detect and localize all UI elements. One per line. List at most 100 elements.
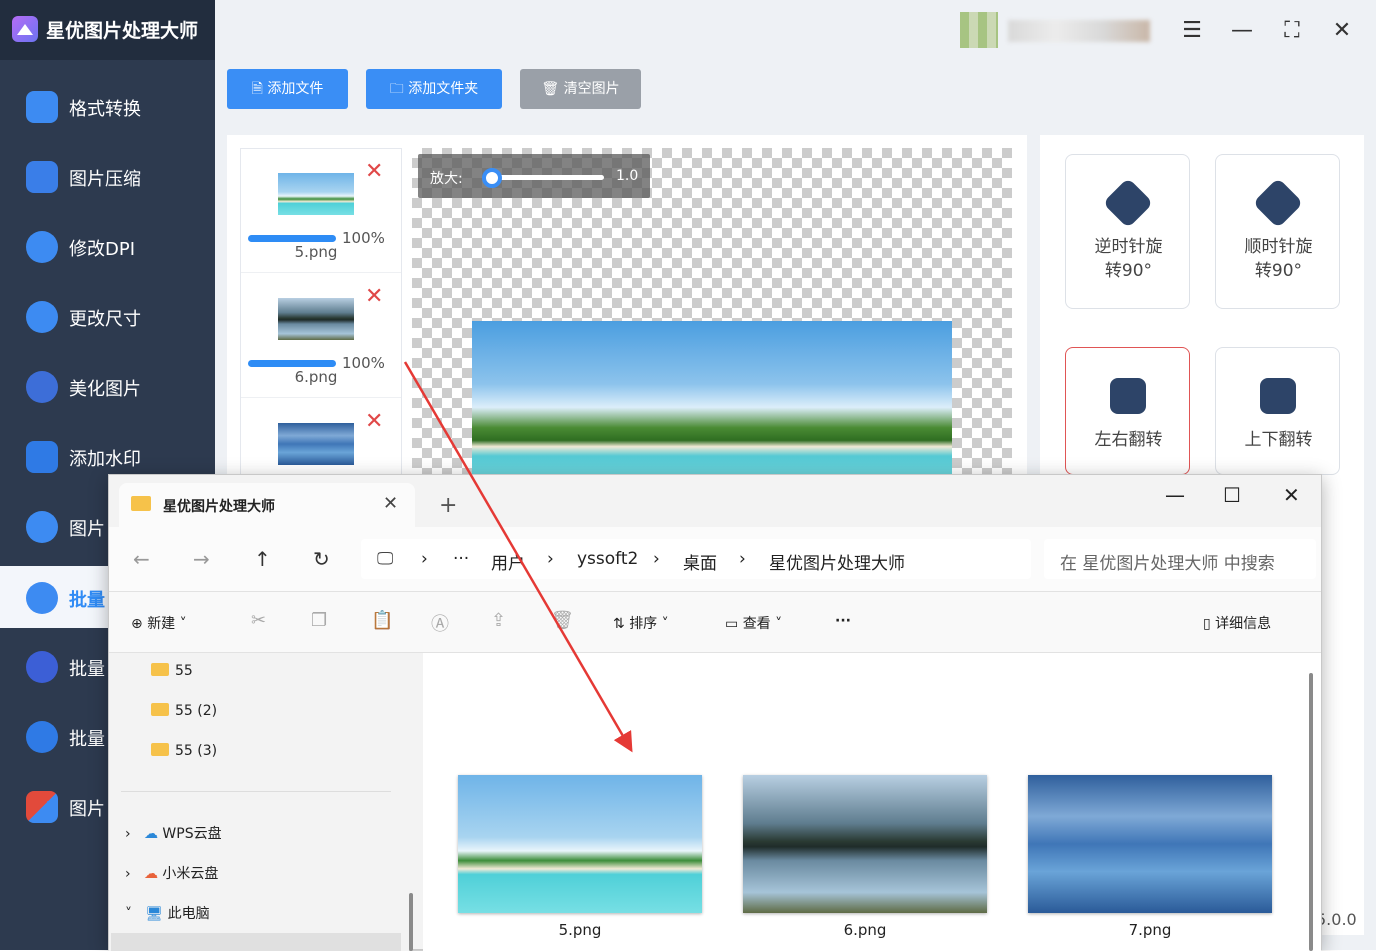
forward-icon[interactable]: → — [193, 547, 210, 571]
beautify-icon — [26, 371, 58, 403]
file-thumbnail[interactable] — [458, 775, 702, 913]
list-item[interactable]: ✕ 100% 6.png — [241, 274, 401, 398]
remove-icon[interactable]: ✕ — [365, 411, 383, 433]
batch-icon — [26, 582, 58, 614]
tree-item[interactable]: 55 (3) — [151, 743, 217, 759]
search-input[interactable]: 在 星优图片处理大师 中搜索 — [1044, 539, 1316, 579]
chevron-right-icon[interactable]: › — [125, 826, 144, 842]
file-name[interactable]: 7.png — [1028, 921, 1272, 939]
thumbnail — [278, 173, 354, 215]
sidebar-item-dpi[interactable]: 修改DPI — [0, 215, 215, 277]
copy-icon[interactable]: ❐ — [311, 610, 327, 631]
zoom-slider-track[interactable] — [484, 175, 604, 180]
rotate-cw-icon — [1252, 177, 1304, 229]
sidebar-item-label: 图片 — [69, 519, 105, 540]
zoom-value: 1.0 — [616, 168, 639, 184]
breadcrumb-item[interactable]: 用户 — [491, 549, 525, 574]
sidebar-item-label: 图片 — [69, 799, 105, 820]
sidebar-item-label: 批量 — [69, 590, 105, 611]
sidebar-item-label: 批量 — [69, 729, 105, 750]
chevron-down-icon[interactable]: ˅ — [125, 906, 145, 922]
cut-icon[interactable]: ✂ — [251, 610, 266, 631]
rotate-ccw-button[interactable]: 逆时针旋 转90° — [1065, 154, 1190, 309]
zoom-slider-handle[interactable] — [482, 168, 502, 188]
back-icon[interactable]: ← — [133, 547, 150, 571]
command-bar: ⊕ 新建 ˅ ✂ ❐ 📋 Ⓐ ⇪ 🗑 ⇅ 排序 ˅ ▭ 查看 ˅ ··· ▯ 详… — [109, 591, 1321, 653]
file-name: 5.png — [294, 243, 338, 261]
up-icon[interactable]: ↑ — [254, 547, 271, 571]
details-label: 详细信息 — [1215, 616, 1272, 632]
add-folder-label: 添加文件夹 — [408, 81, 479, 97]
details-button[interactable]: ▯ 详细信息 — [1203, 613, 1271, 633]
refresh-icon[interactable]: ↻ — [313, 547, 330, 571]
divider — [121, 791, 391, 792]
details-pane-icon: ▯ — [1203, 616, 1216, 632]
chevron-right-icon[interactable]: › — [125, 866, 144, 882]
flip-horizontal-icon — [1110, 378, 1146, 414]
cloud-icon: ☁ — [143, 866, 163, 882]
clear-images-button[interactable]: 🗑 清空图片 — [520, 69, 641, 109]
settings-sliders-icon[interactable]: ☰ — [1177, 16, 1207, 46]
delete-icon[interactable]: 🗑 — [551, 610, 574, 631]
view-button[interactable]: ▭ 查看 ˅ — [725, 613, 782, 633]
flip-horizontal-button[interactable]: 左右翻转 — [1065, 347, 1190, 475]
add-file-button[interactable]: 🗎 添加文件 — [227, 69, 348, 109]
list-item[interactable]: ✕ 100% 5.png — [241, 149, 401, 273]
tool-label: 逆时针旋 — [1094, 237, 1163, 257]
more-options-icon[interactable]: ··· — [835, 613, 851, 629]
file-thumbnail[interactable] — [1028, 775, 1272, 913]
share-icon[interactable]: ⇪ — [491, 610, 506, 631]
rotate-cw-button[interactable]: 顺时针旋 转90° — [1215, 154, 1340, 309]
avatar[interactable] — [960, 12, 998, 48]
tree-item[interactable]: › ☁ WPS云盘 — [125, 823, 222, 843]
tab-title: 星优图片处理大师 — [163, 499, 275, 515]
minimize-icon[interactable]: — — [1165, 483, 1185, 507]
tree-label: 55 (3) — [175, 743, 218, 759]
chevron-right-icon: › — [421, 549, 428, 569]
tree-item[interactable]: ˅ 🖥 此电脑 — [125, 903, 210, 923]
breadcrumb-item[interactable]: 桌面 — [683, 549, 717, 574]
tab-close-icon[interactable]: ✕ — [383, 493, 398, 514]
add-folder-button[interactable]: 🗀 添加文件夹 — [366, 69, 502, 109]
new-button[interactable]: ⊕ 新建 ˅ — [131, 613, 187, 633]
selected-tree-row[interactable] — [111, 933, 401, 951]
sidebar-item-compress[interactable]: 图片压缩 — [0, 145, 215, 207]
file-thumbnail[interactable] — [743, 775, 987, 913]
progress-bar — [248, 360, 336, 367]
sidebar-item-format-convert[interactable]: 格式转换 — [0, 75, 215, 137]
paste-icon[interactable]: 📋 — [371, 610, 393, 631]
user-name-blurred — [1008, 20, 1150, 42]
watermark-icon — [26, 441, 58, 473]
tree-item[interactable]: › ☁ 小米云盘 — [125, 863, 218, 883]
address-bar[interactable]: 🖵 › ··· 用户 › yssoft2 › 桌面 › 星优图片处理大师 — [361, 539, 1031, 579]
rename-icon[interactable]: Ⓐ — [431, 610, 449, 636]
close-icon[interactable]: ✕ — [1327, 16, 1357, 46]
scrollbar[interactable] — [1309, 673, 1313, 951]
file-name[interactable]: 5.png — [458, 921, 702, 939]
file-grid: 5.png 6.png 7.png — [423, 653, 1321, 951]
file-name[interactable]: 6.png — [743, 921, 987, 939]
sort-button[interactable]: ⇅ 排序 ˅ — [613, 613, 669, 633]
tree-label: 55 — [175, 663, 193, 679]
breadcrumb-item[interactable]: yssoft2 — [577, 549, 638, 569]
close-icon[interactable]: ✕ — [1283, 483, 1300, 507]
breadcrumb-item[interactable]: 星优图片处理大师 — [769, 549, 905, 574]
app-title: 星优图片处理大师 — [46, 20, 199, 42]
flip-vertical-button[interactable]: 上下翻转 — [1215, 347, 1340, 475]
more-crumbs-icon[interactable]: ··· — [453, 549, 469, 569]
explorer-tab[interactable]: 星优图片处理大师 ✕ — [119, 483, 415, 527]
minimize-icon[interactable]: — — [1227, 16, 1257, 46]
version-text: 5.0.0 — [1316, 910, 1357, 929]
maximize-icon[interactable]: ☐ — [1223, 483, 1241, 507]
new-tab-icon[interactable]: + — [439, 493, 457, 518]
tree-item[interactable]: 55 (2) — [151, 703, 217, 719]
chevron-right-icon: › — [653, 549, 660, 569]
remove-icon[interactable]: ✕ — [365, 161, 383, 183]
puzzle-icon — [26, 791, 58, 823]
sidebar-item-beautify[interactable]: 美化图片 — [0, 355, 215, 417]
remove-icon[interactable]: ✕ — [365, 286, 383, 308]
tree-item[interactable]: 55 — [151, 663, 193, 679]
sidebar-item-resize[interactable]: 更改尺寸 — [0, 285, 215, 347]
maximize-icon[interactable]: ⛶ — [1277, 16, 1307, 46]
scrollbar[interactable] — [409, 893, 413, 951]
